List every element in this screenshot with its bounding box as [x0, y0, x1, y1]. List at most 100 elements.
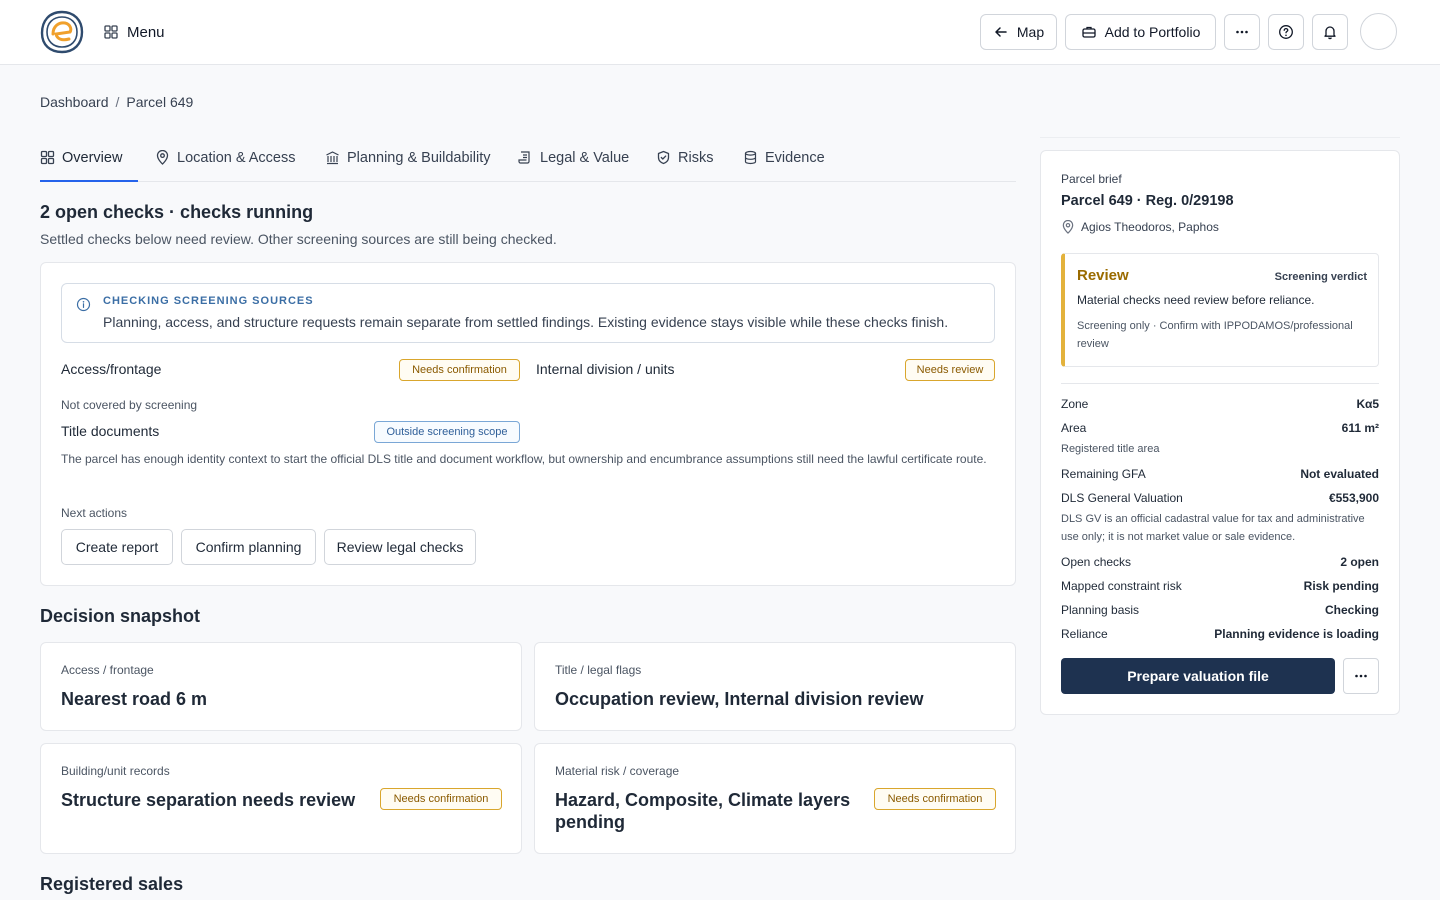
tab-planning-buildability[interactable]: Planning & Buildability: [325, 140, 490, 181]
title-documents-label: Title documents: [61, 423, 160, 439]
breadcrumb-current: Parcel 649: [126, 94, 194, 110]
area-note: Registered title area: [1061, 443, 1160, 455]
snapshot-value: Occupation review, Internal division rev…: [555, 689, 924, 709]
create-report-button[interactable]: Create report: [61, 529, 173, 565]
snapshot-card-material-risk: Material risk / coverage Hazard, Composi…: [534, 743, 1016, 854]
verdict-note: Screening only · Confirm with IPPODAMOS/…: [1077, 320, 1353, 350]
tab-overview-label: Overview: [62, 149, 123, 166]
status-badge: Needs confirmation: [874, 788, 996, 810]
snapshot-card-access: Access / frontage Nearest road 6 m: [40, 642, 522, 731]
tab-overview[interactable]: Overview: [40, 140, 138, 182]
scroll-icon: [518, 151, 530, 164]
tab-legal-value[interactable]: Legal & Value: [518, 140, 629, 181]
verdict-tag: Screening verdict: [1274, 271, 1367, 283]
page-title: 2 open checks · checks running: [40, 202, 314, 222]
gfa-key: Remaining GFA: [1061, 467, 1146, 481]
snapshot-card-legal-flags: Title / legal flags Occupation review, I…: [534, 642, 1016, 731]
checks-card: CHECKING SCREENING SOURCES Planning, acc…: [40, 262, 1016, 586]
notice-title: CHECKING SCREENING SOURCES: [103, 295, 314, 307]
info-icon: [76, 297, 91, 312]
snapshot-label: Access / frontage: [61, 663, 154, 677]
more-options-button[interactable]: [1224, 14, 1260, 50]
gfa-value: Not evaluated: [1300, 467, 1379, 481]
user-avatar[interactable]: [1360, 13, 1397, 50]
top-bar: Menu Map Add to Portfolio: [0, 0, 1440, 65]
snapshot-value: Nearest road 6 m: [61, 689, 208, 709]
planning-basis-value: Checking: [1324, 603, 1379, 617]
reliance-key: Reliance: [1061, 627, 1108, 641]
tab-evidence[interactable]: Evidence: [743, 140, 825, 181]
database-icon: [744, 150, 757, 165]
snapshot-label: Material risk / coverage: [555, 764, 680, 778]
check-label-internal-division: Internal division / units: [536, 361, 675, 377]
open-checks-value: 2 open: [1340, 555, 1379, 569]
general-valuation-value: €553,900: [1328, 491, 1379, 505]
notifications-button[interactable]: [1312, 14, 1348, 50]
snapshot-label: Building/unit records: [61, 764, 170, 778]
ellipsis-icon: [1355, 674, 1367, 678]
page-subtitle: Settled checks below need review. Other …: [40, 231, 557, 247]
menu-label: Menu: [127, 23, 165, 41]
tab-location-access[interactable]: Location & Access: [155, 140, 296, 181]
tab-location-access-label: Location & Access: [177, 149, 296, 166]
snapshot-card-building-records: Building/unit records Structure separati…: [40, 743, 522, 854]
verdict-text: Material checks need review before relia…: [1077, 293, 1315, 307]
brief-eyebrow: Parcel brief: [1061, 172, 1122, 186]
breadcrumb-separator: /: [115, 94, 120, 110]
screening-verdict: Review Screening verdict Material checks…: [1061, 253, 1379, 367]
status-badge: Needs review: [905, 359, 995, 381]
app-logo-icon[interactable]: [40, 10, 84, 54]
snapshot-label: Title / legal flags: [555, 663, 642, 677]
map-button[interactable]: Map: [980, 14, 1057, 50]
zone-key: Zone: [1061, 397, 1089, 411]
planning-basis-key: Planning basis: [1061, 603, 1140, 617]
status-badge: Needs confirmation: [380, 788, 502, 810]
check-label-access: Access/frontage: [61, 361, 162, 377]
help-circle-icon: [1279, 25, 1293, 39]
grid-icon: [40, 150, 55, 165]
area-value: 611 m²: [1341, 421, 1379, 435]
breadcrumb-dashboard-link[interactable]: Dashboard: [40, 94, 109, 110]
prepare-valuation-file-button[interactable]: Prepare valuation file: [1061, 658, 1335, 694]
grid-icon: [104, 25, 118, 39]
decision-snapshot-title: Decision snapshot: [40, 606, 201, 626]
brief-more-button[interactable]: [1343, 658, 1379, 694]
open-checks-key: Open checks: [1061, 555, 1132, 569]
status-badge: Needs confirmation: [399, 359, 520, 381]
constraint-risk-key: Mapped constraint risk: [1061, 579, 1182, 593]
tab-legal-value-label: Legal & Value: [540, 149, 630, 166]
notice-text: Planning, access, and structure requests…: [103, 314, 949, 330]
screening-notice: CHECKING SCREENING SOURCES Planning, acc…: [61, 283, 995, 343]
map-pin-icon: [1062, 220, 1074, 234]
add-to-portfolio-label: Add to Portfolio: [1104, 24, 1201, 40]
divider: [1040, 137, 1400, 138]
brief-title: Parcel 649 · Reg. 0/29198: [1061, 193, 1234, 209]
reliance-value: Planning evidence is loading: [1214, 627, 1379, 641]
map-pin-icon: [156, 150, 169, 165]
briefcase-icon: [1081, 26, 1096, 38]
help-button[interactable]: [1268, 14, 1304, 50]
building-icon: [326, 151, 339, 165]
shield-icon: [657, 150, 670, 165]
tab-planning-buildability-label: Planning & Buildability: [347, 149, 491, 166]
snapshot-value: Hazard, Composite, Climate layers pendin…: [555, 790, 851, 832]
constraint-risk-value: Risk pending: [1303, 579, 1379, 593]
ellipsis-icon: [1236, 30, 1248, 34]
divider: [1061, 383, 1379, 384]
status-badge: Outside screening scope: [374, 421, 520, 443]
add-to-portfolio-button[interactable]: Add to Portfolio: [1065, 14, 1216, 50]
section-tabs: Overview Location & Access Planning & Bu…: [40, 140, 1016, 182]
tab-risks[interactable]: Risks: [656, 140, 713, 181]
registered-sales-title: Registered sales: [40, 874, 184, 894]
review-legal-checks-button[interactable]: Review legal checks: [324, 529, 476, 565]
bell-icon: [1324, 26, 1336, 40]
breadcrumb: Dashboard / Parcel 649: [40, 94, 193, 110]
area-key: Area: [1061, 421, 1087, 435]
confirm-planning-button[interactable]: Confirm planning: [181, 529, 316, 565]
general-valuation-key: DLS General Valuation: [1061, 491, 1183, 505]
map-label: Map: [1016, 24, 1045, 40]
tab-evidence-label: Evidence: [765, 149, 825, 166]
parcel-brief-panel: Parcel brief Parcel 649 · Reg. 0/29198 A…: [1040, 150, 1400, 715]
verdict-status: Review: [1077, 267, 1129, 284]
menu-button[interactable]: Menu: [104, 18, 165, 46]
